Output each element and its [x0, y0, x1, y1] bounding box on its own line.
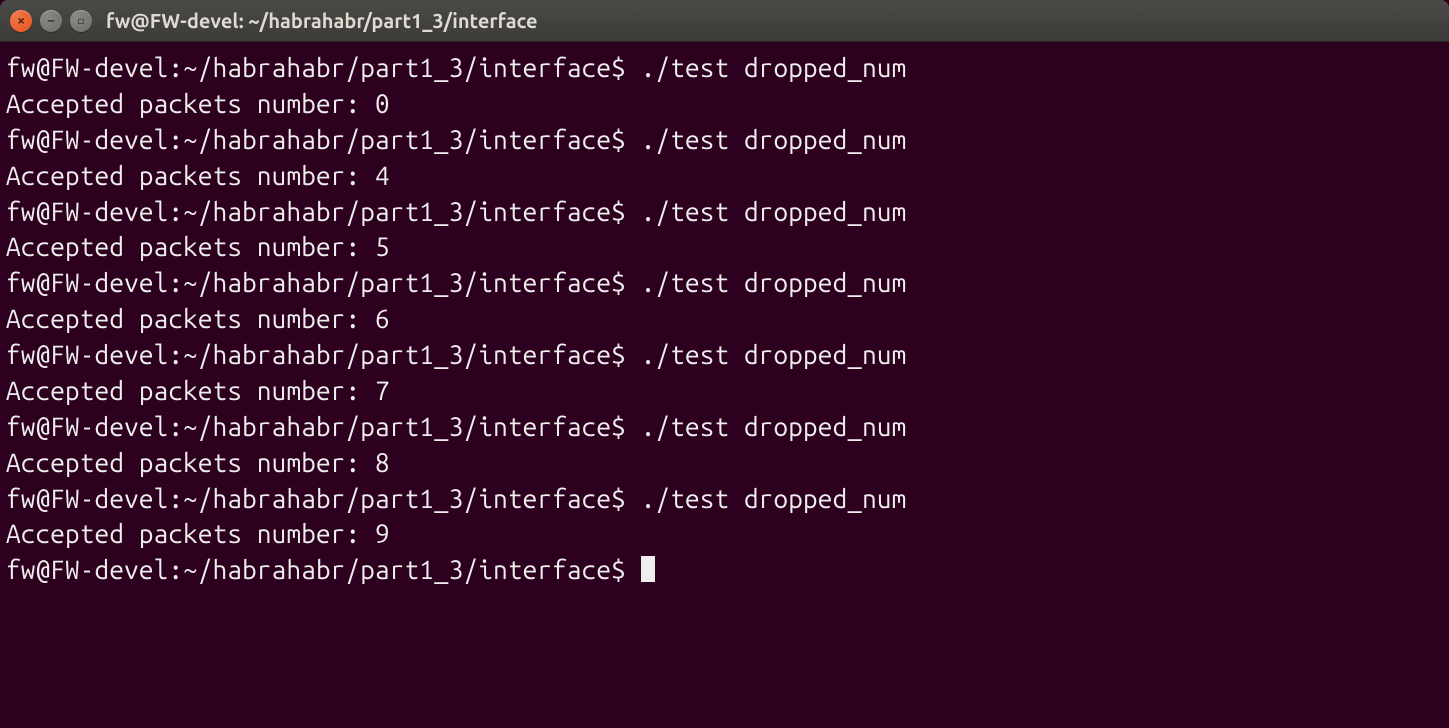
minimize-button[interactable]: −: [40, 10, 62, 32]
command-text: ./test dropped_num: [641, 340, 907, 369]
output-prefix: Accepted packets number:: [6, 89, 375, 118]
output-line: Accepted packets number: 7: [6, 373, 1443, 409]
close-button[interactable]: ×: [10, 10, 32, 32]
minimize-icon: −: [47, 13, 55, 27]
output-value: 8: [375, 448, 390, 477]
window-controls: × − ▫: [10, 10, 92, 32]
command-line: fw@FW-devel:~/habrahabr/part1_3/interfac…: [6, 122, 1443, 158]
output-value: 6: [375, 304, 390, 333]
command-line: fw@FW-devel:~/habrahabr/part1_3/interfac…: [6, 337, 1443, 373]
terminal-output[interactable]: fw@FW-devel:~/habrahabr/part1_3/interfac…: [0, 42, 1449, 728]
prompt: fw@FW-devel:~/habrahabr/part1_3/interfac…: [6, 340, 641, 369]
prompt: fw@FW-devel:~/habrahabr/part1_3/interfac…: [6, 125, 641, 154]
output-line: Accepted packets number: 9: [6, 516, 1443, 552]
current-prompt-line: fw@FW-devel:~/habrahabr/part1_3/interfac…: [6, 552, 1443, 588]
command-text: ./test dropped_num: [641, 484, 907, 513]
prompt: fw@FW-devel:~/habrahabr/part1_3/interfac…: [6, 268, 641, 297]
titlebar: × − ▫ fw@FW-devel: ~/habrahabr/part1_3/i…: [0, 0, 1449, 42]
command-line: fw@FW-devel:~/habrahabr/part1_3/interfac…: [6, 481, 1443, 517]
output-prefix: Accepted packets number:: [6, 519, 375, 548]
output-prefix: Accepted packets number:: [6, 161, 375, 190]
output-value: 7: [375, 376, 390, 405]
output-line: Accepted packets number: 6: [6, 301, 1443, 337]
output-line: Accepted packets number: 0: [6, 86, 1443, 122]
command-text: ./test dropped_num: [641, 268, 907, 297]
output-value: 9: [375, 519, 390, 548]
command-line: fw@FW-devel:~/habrahabr/part1_3/interfac…: [6, 409, 1443, 445]
prompt: fw@FW-devel:~/habrahabr/part1_3/interfac…: [6, 484, 641, 513]
cursor: [641, 556, 655, 582]
close-icon: ×: [17, 13, 25, 27]
prompt: fw@FW-devel:~/habrahabr/part1_3/interfac…: [6, 412, 641, 441]
output-value: 0: [375, 89, 390, 118]
maximize-icon: ▫: [77, 13, 85, 27]
output-prefix: Accepted packets number:: [6, 232, 375, 261]
command-text: ./test dropped_num: [641, 197, 907, 226]
command-line: fw@FW-devel:~/habrahabr/part1_3/interfac…: [6, 265, 1443, 301]
output-line: Accepted packets number: 8: [6, 445, 1443, 481]
output-line: Accepted packets number: 4: [6, 158, 1443, 194]
prompt: fw@FW-devel:~/habrahabr/part1_3/interfac…: [6, 197, 641, 226]
output-prefix: Accepted packets number:: [6, 448, 375, 477]
command-line: fw@FW-devel:~/habrahabr/part1_3/interfac…: [6, 194, 1443, 230]
command-text: ./test dropped_num: [641, 125, 907, 154]
prompt: fw@FW-devel:~/habrahabr/part1_3/interfac…: [6, 555, 641, 584]
window-title: fw@FW-devel: ~/habrahabr/part1_3/interfa…: [106, 9, 538, 32]
output-prefix: Accepted packets number:: [6, 376, 375, 405]
output-value: 4: [375, 161, 390, 190]
output-prefix: Accepted packets number:: [6, 304, 375, 333]
output-value: 5: [375, 232, 390, 261]
maximize-button[interactable]: ▫: [70, 10, 92, 32]
command-line: fw@FW-devel:~/habrahabr/part1_3/interfac…: [6, 50, 1443, 86]
command-text: ./test dropped_num: [641, 53, 907, 82]
prompt: fw@FW-devel:~/habrahabr/part1_3/interfac…: [6, 53, 641, 82]
output-line: Accepted packets number: 5: [6, 229, 1443, 265]
command-text: ./test dropped_num: [641, 412, 907, 441]
